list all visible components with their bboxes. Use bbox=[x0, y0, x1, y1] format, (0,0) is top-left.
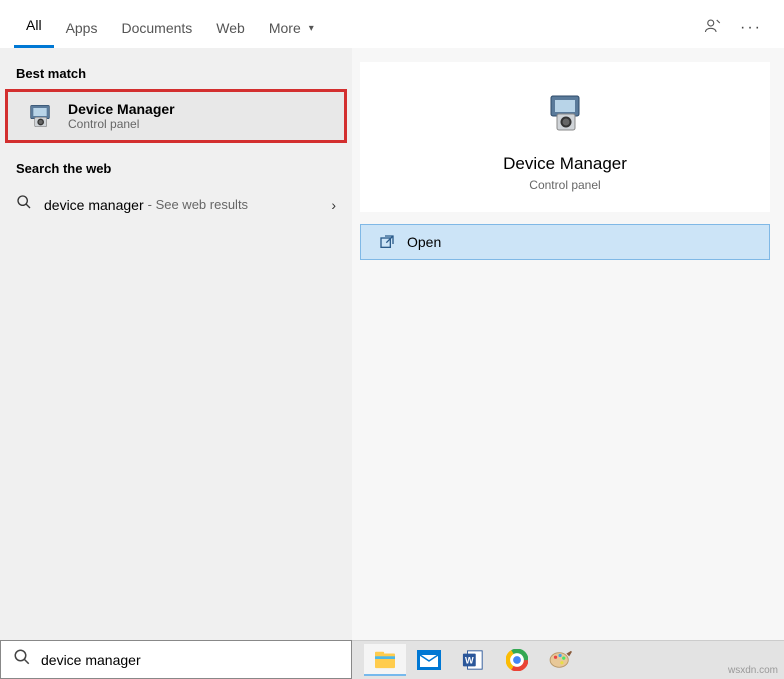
tab-apps[interactable]: Apps bbox=[54, 12, 110, 44]
best-match-subtitle: Control panel bbox=[68, 117, 175, 131]
search-input[interactable] bbox=[41, 652, 339, 668]
tab-more[interactable]: More bbox=[257, 12, 326, 44]
preview-panel: Device Manager Control panel Open bbox=[352, 48, 784, 640]
preview-title: Device Manager bbox=[360, 154, 770, 174]
taskbar-paint[interactable] bbox=[540, 644, 582, 676]
feedback-icon[interactable] bbox=[704, 17, 722, 40]
open-icon bbox=[379, 234, 395, 250]
best-match-title: Device Manager bbox=[68, 101, 175, 117]
tab-web[interactable]: Web bbox=[204, 12, 257, 44]
search-icon bbox=[13, 648, 31, 671]
best-match-result[interactable]: Device Manager Control panel bbox=[5, 89, 347, 143]
web-search-result[interactable]: device manager - See web results › bbox=[0, 184, 352, 225]
watermark: wsxdn.com bbox=[728, 665, 778, 676]
taskbar-mail[interactable] bbox=[408, 644, 450, 676]
web-hint: - See web results bbox=[148, 197, 248, 212]
open-button[interactable]: Open bbox=[360, 224, 770, 260]
chevron-right-icon[interactable]: › bbox=[331, 197, 336, 213]
web-term: device manager bbox=[44, 197, 144, 213]
taskbar-word[interactable]: W bbox=[452, 644, 494, 676]
svg-text:W: W bbox=[465, 656, 474, 666]
taskbar-chrome[interactable] bbox=[496, 644, 538, 676]
taskbar-explorer[interactable] bbox=[364, 644, 406, 676]
filter-tabs: All Apps Documents Web More ··· bbox=[0, 0, 784, 48]
results-panel: Best match Device Manager Control panel … bbox=[0, 48, 352, 640]
best-match-label: Best match bbox=[0, 62, 352, 89]
search-web-label: Search the web bbox=[0, 157, 352, 184]
search-box[interactable] bbox=[0, 640, 352, 679]
device-manager-icon bbox=[541, 90, 589, 138]
options-icon[interactable]: ··· bbox=[740, 19, 762, 37]
preview-subtitle: Control panel bbox=[360, 178, 770, 192]
tab-documents[interactable]: Documents bbox=[109, 12, 204, 44]
device-manager-icon bbox=[24, 100, 56, 132]
tab-all[interactable]: All bbox=[14, 9, 54, 48]
search-icon bbox=[16, 194, 36, 215]
taskbar: W wsxdn.com bbox=[352, 640, 784, 679]
preview-card: Device Manager Control panel bbox=[360, 62, 770, 212]
open-label: Open bbox=[407, 234, 441, 250]
